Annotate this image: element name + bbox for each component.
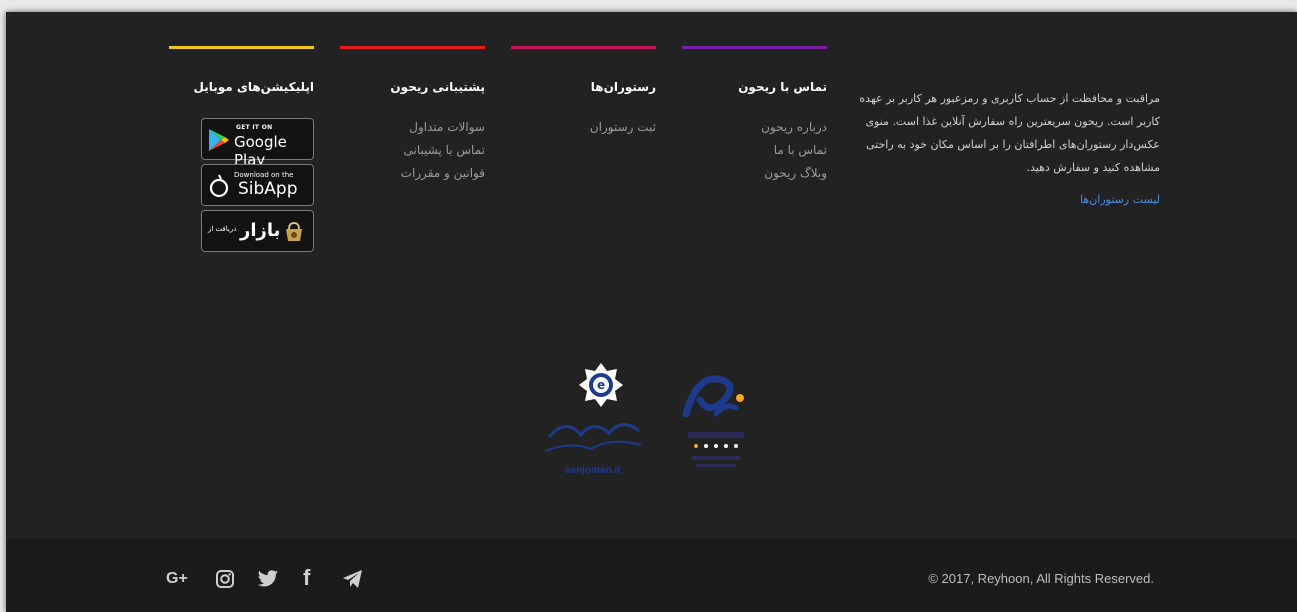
- about-text: مراقبت و محافظت از حساب کاربری و رمزعبور…: [859, 92, 1160, 174]
- telegram-icon[interactable]: [342, 569, 364, 589]
- contact-column-title: تماس با ریحون: [738, 80, 827, 94]
- bazaar-button[interactable]: دریافت از بازار: [201, 210, 314, 252]
- google-play-button[interactable]: GET IT ON Google Play: [201, 118, 314, 169]
- reyhoon-blog-link[interactable]: وبلاگ ریحون: [682, 162, 827, 185]
- google-plus-icon[interactable]: G+: [166, 570, 188, 590]
- support-color-bar: [340, 46, 485, 49]
- sibapp-small-label: Download on the: [234, 171, 294, 179]
- bazaar-label: بازار: [240, 220, 281, 241]
- apps-column: اپلیکیشن‌های موبایل: [169, 46, 314, 116]
- terms-link[interactable]: قوانین و مقررات: [340, 162, 485, 185]
- twitter-icon[interactable]: [257, 569, 279, 589]
- contact-links: درباره ریحون تماس با ما وبلاگ ریحون: [682, 116, 827, 185]
- google-play-small-label: GET IT ON: [236, 124, 273, 131]
- apps-column-title: اپلیکیشن‌های موبایل: [193, 80, 315, 94]
- copyright-text: © 2017, Reyhoon, All Rights Reserved.: [928, 571, 1154, 586]
- facebook-icon[interactable]: f: [303, 565, 310, 590]
- sibapp-icon: [209, 174, 229, 198]
- restaurants-list-link[interactable]: لیست رستوران‌ها: [854, 193, 1160, 206]
- contact-color-bar: [682, 46, 827, 49]
- restaurants-color-bar: [511, 46, 656, 49]
- svg-text:e: e: [597, 378, 605, 392]
- contact-support-link[interactable]: تماس با پشیبانی: [340, 139, 486, 162]
- footer-main: مراقبت و محافظت از حساب کاربری و رمزعبور…: [6, 12, 1297, 539]
- sibapp-button[interactable]: Download on the SibApp: [201, 164, 314, 206]
- instagram-icon[interactable]: [215, 569, 235, 589]
- anjoman-caption: eanjoman.ir: [565, 465, 622, 476]
- bazaar-small-label: دریافت از: [208, 225, 237, 233]
- restaurants-column-title: رستوران‌ها: [590, 80, 656, 94]
- anjoman-seal-icon: e: [544, 363, 642, 452]
- support-column-title: پشتیبانی ریحون: [390, 80, 485, 94]
- anjoman-badge[interactable]: e eanjoman.ir: [531, 357, 651, 477]
- register-restaurant-link[interactable]: ثبت رستوران: [511, 116, 656, 139]
- footer-bottom-bar: © 2017, Reyhoon, All Rights Reserved. G+…: [6, 539, 1297, 612]
- site-footer: مراقبت و محافظت از حساب کاربری و رمزعبور…: [6, 12, 1297, 612]
- support-column: پشتیبانی ریحون سوالات متداول تماس با پشی…: [340, 46, 485, 185]
- about-reyhoon-link[interactable]: درباره ریحون: [682, 116, 827, 139]
- bazaar-bag-icon: [286, 222, 302, 241]
- sibapp-label: SibApp: [238, 179, 298, 199]
- page-background: مراقبت و محافظت از حساب کاربری و رمزعبور…: [0, 0, 1297, 612]
- restaurants-column: رستوران‌ها ثبت رستوران: [511, 46, 656, 139]
- enamad-badge[interactable]: [678, 362, 754, 478]
- enamad-seal-icon: [682, 375, 744, 467]
- support-links: سوالات متداول تماس با پشیبانی قوانین و م…: [340, 116, 485, 185]
- faq-link[interactable]: سوالات متداول: [340, 116, 485, 139]
- contact-us-link[interactable]: تماس با ما: [682, 139, 827, 162]
- google-play-icon: [209, 129, 229, 151]
- restaurants-links: ثبت رستوران: [511, 116, 656, 139]
- contact-column: تماس با ریحون درباره ریحون تماس با ما وب…: [682, 46, 827, 185]
- apps-color-bar: [169, 46, 314, 49]
